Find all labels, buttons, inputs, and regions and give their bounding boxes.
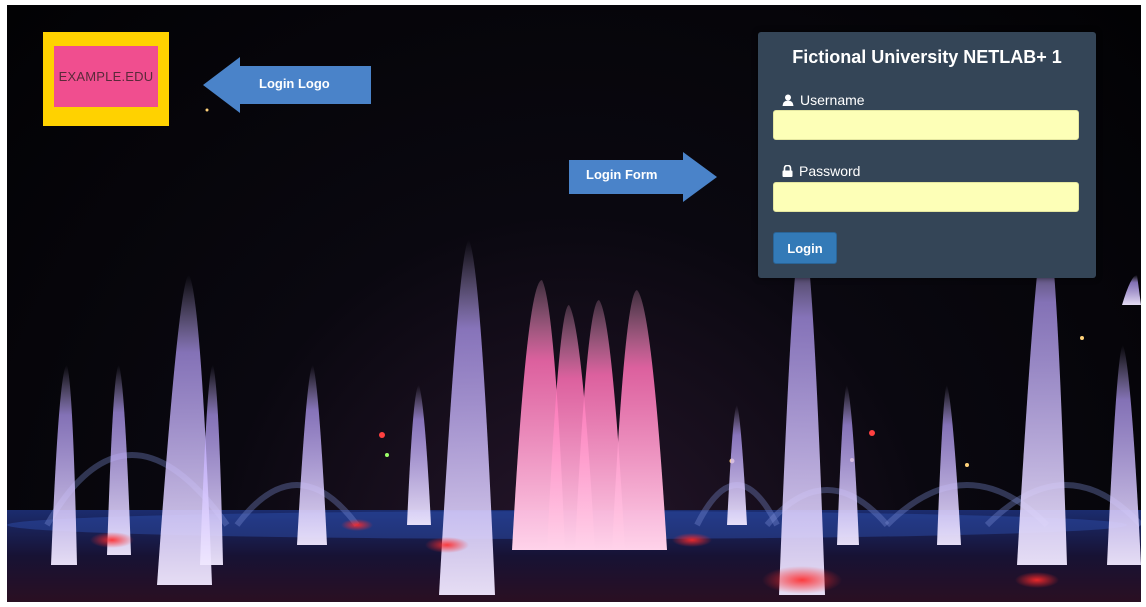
login-form: Fictional University NETLAB+ 1 Username … (758, 32, 1096, 278)
login-logo: EXAMPLE.EDU (43, 32, 169, 126)
logo-text: EXAMPLE.EDU (58, 69, 154, 84)
login-form-callout: Login Form (569, 152, 717, 202)
password-label: Password (782, 163, 860, 179)
username-input[interactable] (773, 110, 1079, 140)
username-label-text: Username (800, 92, 865, 108)
login-button[interactable]: Login (773, 232, 837, 264)
login-form-callout-label: Login Form (586, 167, 658, 182)
login-logo-callout: Login Logo (203, 57, 371, 113)
page: EXAMPLE.EDU Login Logo Login Form Fictio… (0, 0, 1146, 607)
password-label-text: Password (799, 163, 861, 179)
lock-icon (782, 165, 793, 177)
user-icon (782, 94, 794, 106)
login-logo-callout-label: Login Logo (259, 76, 330, 91)
logo-badge: EXAMPLE.EDU (54, 46, 158, 107)
username-label: Username (782, 92, 865, 108)
login-form-title: Fictional University NETLAB+ 1 (792, 47, 1062, 67)
password-input[interactable] (773, 182, 1079, 212)
